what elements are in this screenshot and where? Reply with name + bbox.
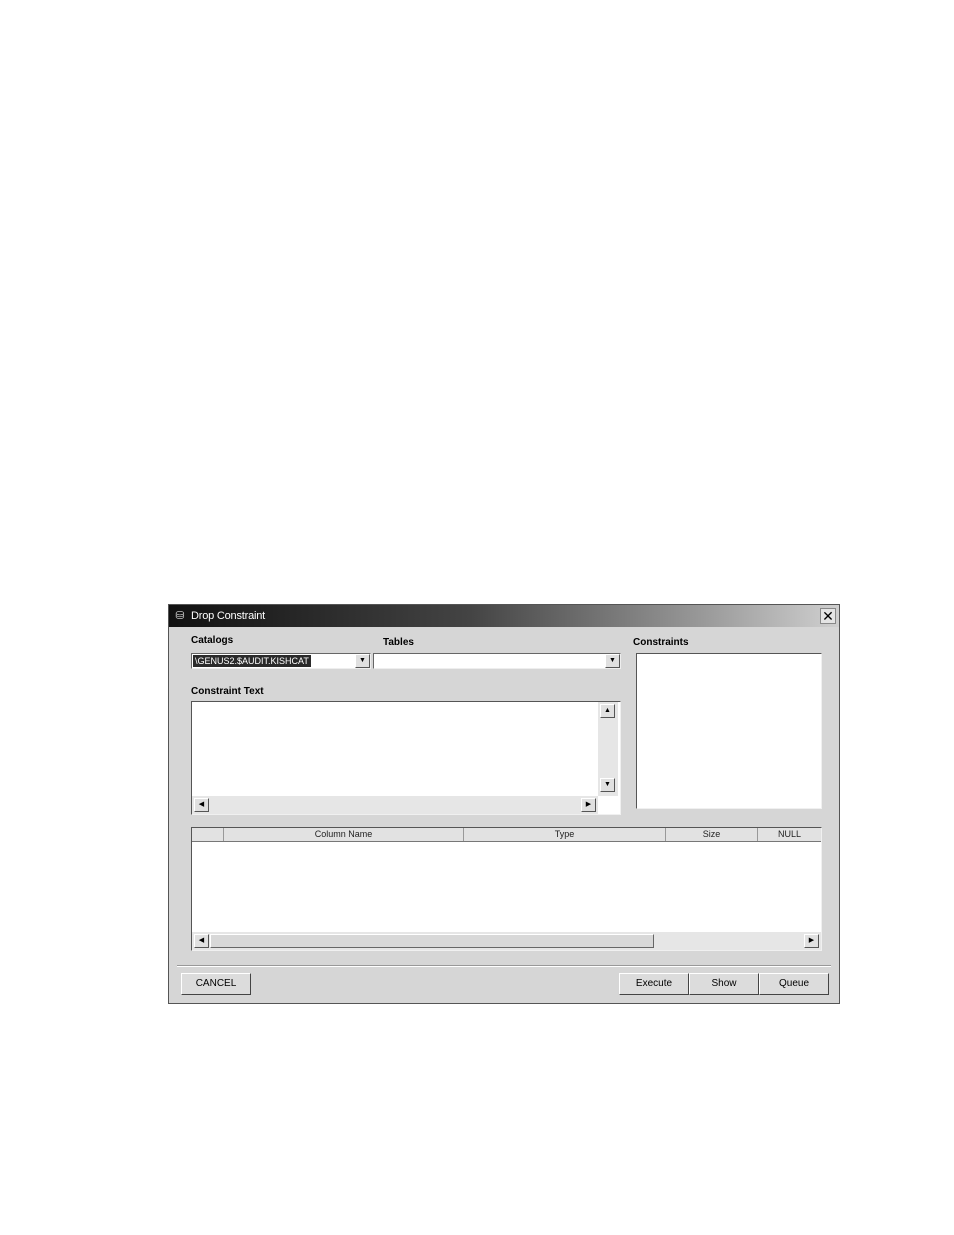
grid-header: Column Name Type Size NULL — [192, 828, 821, 842]
arrow-up-icon: ▲ — [604, 707, 611, 714]
separator — [177, 965, 831, 967]
cancel-button[interactable]: CANCEL — [181, 973, 251, 995]
tables-dropdown-arrow[interactable]: ▼ — [605, 654, 620, 668]
column-header-column-name[interactable]: Column Name — [224, 828, 464, 841]
chevron-down-icon: ▼ — [359, 657, 366, 664]
constraint-text-area[interactable]: ▲ ▼ ◀ ▶ — [191, 701, 621, 815]
grid-scroll-left-button[interactable]: ◀ — [194, 934, 209, 948]
catalogs-selected-value: \GENUS2.$AUDIT.KISHCAT — [193, 655, 311, 667]
tables-dropdown[interactable]: ▼ — [373, 653, 621, 669]
show-button[interactable]: Show — [689, 973, 759, 995]
grid-scroll-thumb[interactable] — [210, 934, 654, 948]
constraint-text-hscroll[interactable] — [192, 796, 598, 814]
scroll-left-button[interactable]: ◀ — [194, 798, 209, 812]
arrow-right-icon: ▶ — [808, 937, 815, 944]
arrow-down-icon: ▼ — [604, 781, 611, 788]
catalogs-dropdown[interactable]: \GENUS2.$AUDIT.KISHCAT ▼ — [191, 653, 371, 669]
page: ⛁ Drop Constraint ✕ Catalogs \GENUS2.$AU… — [0, 0, 954, 1235]
row-selector-header — [192, 828, 224, 841]
title-bar[interactable]: ⛁ Drop Constraint — [169, 605, 839, 627]
constraint-text-label: Constraint Text — [191, 686, 264, 697]
chevron-down-icon: ▼ — [609, 657, 616, 664]
constraints-list[interactable] — [636, 653, 822, 809]
catalogs-dropdown-arrow[interactable]: ▼ — [355, 654, 370, 668]
scroll-down-button[interactable]: ▼ — [600, 778, 615, 792]
column-header-null[interactable]: NULL — [758, 828, 821, 841]
window-title: Drop Constraint — [191, 610, 266, 622]
column-header-type[interactable]: Type — [464, 828, 666, 841]
queue-button[interactable]: Queue — [759, 973, 829, 995]
close-button[interactable]: ✕ — [820, 608, 836, 624]
arrow-left-icon: ◀ — [198, 801, 205, 808]
database-app-icon: ⛁ — [175, 610, 185, 622]
catalogs-label: Catalogs — [191, 635, 234, 646]
drop-constraint-dialog: ⛁ Drop Constraint ✕ Catalogs \GENUS2.$AU… — [168, 604, 840, 1004]
constraints-label: Constraints — [633, 637, 689, 648]
scroll-up-button[interactable]: ▲ — [600, 704, 615, 718]
columns-grid[interactable]: Column Name Type Size NULL ◀ ▶ — [191, 827, 822, 951]
arrow-left-icon: ◀ — [198, 937, 205, 944]
arrow-right-icon: ▶ — [585, 801, 592, 808]
scroll-right-button[interactable]: ▶ — [581, 798, 596, 812]
execute-button[interactable]: Execute — [619, 973, 689, 995]
close-icon: ✕ — [822, 608, 834, 624]
grid-scroll-right-button[interactable]: ▶ — [804, 934, 819, 948]
column-header-size[interactable]: Size — [666, 828, 758, 841]
tables-label: Tables — [383, 637, 414, 648]
